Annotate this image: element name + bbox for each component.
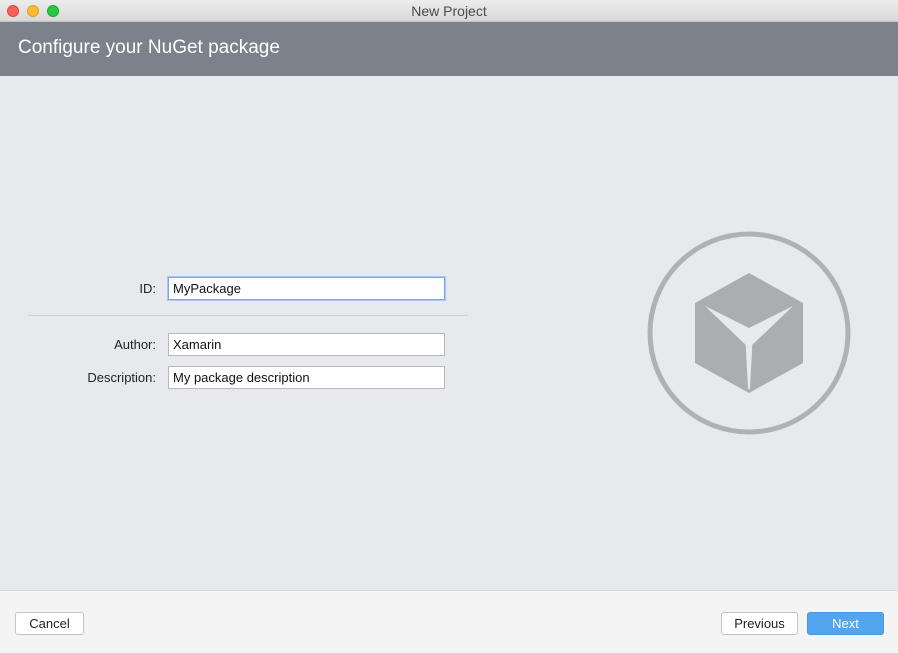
package-box-icon [646,230,852,436]
cancel-button[interactable]: Cancel [15,612,84,635]
title-bar: New Project [0,0,898,22]
footer-bar: Cancel Previous Next [0,590,898,653]
new-project-window: New Project Configure your NuGet package… [0,0,898,653]
author-field[interactable] [168,333,445,356]
id-label: ID: [139,281,156,296]
next-button[interactable]: Next [807,612,884,635]
page-header: Configure your NuGet package [0,22,898,76]
description-label: Description: [87,370,156,385]
author-label: Author: [114,337,156,352]
form-separator [28,315,468,316]
window-title: New Project [411,3,487,19]
id-field[interactable] [168,277,445,300]
description-field[interactable] [168,366,445,389]
page-title: Configure your NuGet package [18,37,280,58]
previous-button[interactable]: Previous [721,612,798,635]
